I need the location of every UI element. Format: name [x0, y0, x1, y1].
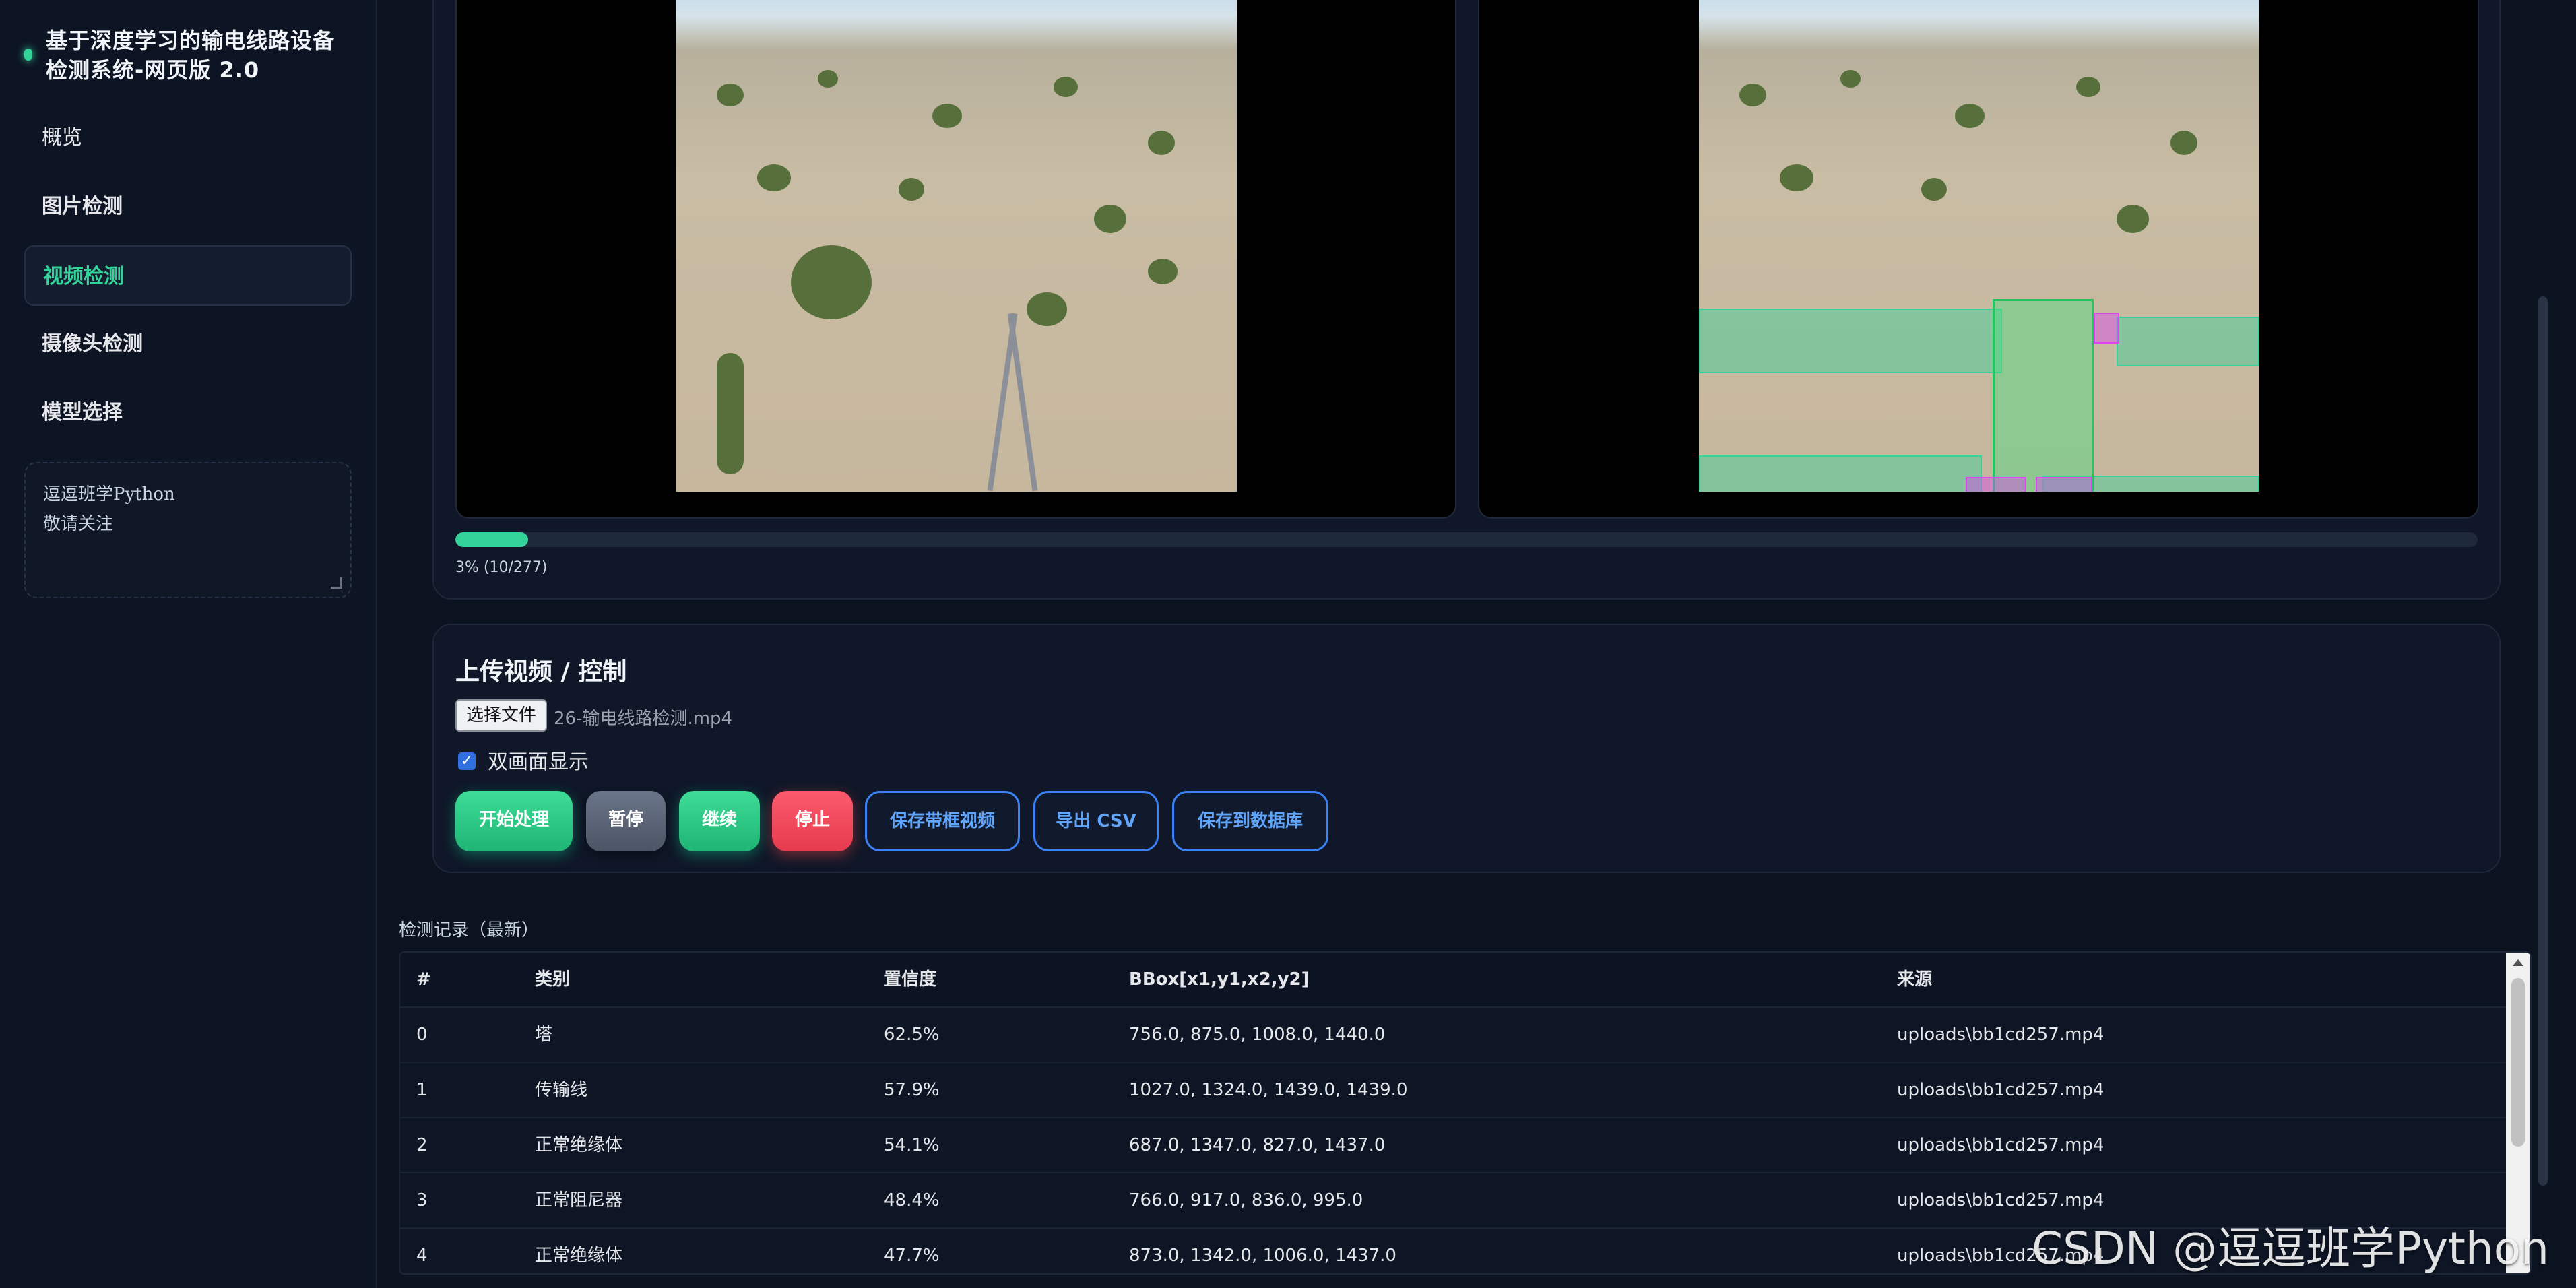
table-header: # 类别 置信度 BBox[x1,y1,x2,y2] 来源 — [400, 953, 2506, 1008]
sidebar-item-camera-detection[interactable]: 摄像头检测 — [24, 314, 352, 375]
page-scrollbar[interactable] — [2533, 0, 2554, 1288]
cell-bbox: 687.0, 1347.0, 827.0, 1437.0 — [1129, 1135, 1386, 1155]
control-panel: 上传视频 / 控制 选择文件 26-输电线路检测.mp4 ✓ 双画面显示 开始处理… — [432, 624, 2501, 873]
cell-source: uploads\bb1cd257.mp4 — [1897, 1080, 2104, 1100]
records-title: 检测记录（最新） — [399, 920, 540, 940]
stop-button[interactable]: 停止 — [772, 791, 853, 851]
detection-box — [1699, 309, 2002, 373]
cell-confidence: 57.9% — [884, 1080, 940, 1100]
column-header: BBox[x1,y1,x2,y2] — [1129, 969, 1310, 990]
cell-class: 塔 — [535, 1025, 553, 1045]
cell-class: 正常绝缘体 — [535, 1246, 623, 1266]
cell-confidence: 48.4% — [884, 1190, 940, 1211]
column-header: 置信度 — [884, 969, 937, 990]
status-dot-icon — [24, 49, 32, 61]
cell-confidence: 62.5% — [884, 1025, 940, 1045]
save-video-button[interactable]: 保存带框视频 — [865, 791, 1020, 851]
progress-bar — [455, 532, 2478, 547]
cell-source: uploads\bb1cd257.mp4 — [1897, 1025, 2104, 1045]
start-button[interactable]: 开始处理 — [455, 791, 573, 851]
cell-bbox: 756.0, 875.0, 1008.0, 1440.0 — [1129, 1025, 1386, 1045]
resize-grip-icon[interactable] — [331, 577, 342, 589]
choose-file-button[interactable]: 选择文件 — [455, 699, 548, 732]
cell-index: 0 — [416, 1025, 428, 1045]
page-scroll-thumb[interactable] — [2538, 296, 2548, 1186]
table-row[interactable]: 2 正常绝缘体 54.1% 687.0, 1347.0, 827.0, 1437… — [400, 1118, 2506, 1173]
table-scroll-thumb[interactable] — [2511, 978, 2525, 1147]
sidebar-item-model-selection[interactable]: 模型选择 — [24, 383, 352, 443]
cell-bbox: 766.0, 917.0, 836.0, 995.0 — [1129, 1190, 1363, 1211]
progress-fill — [455, 532, 529, 547]
progress-text: 3% (10/277) — [455, 559, 548, 576]
original-frame — [676, 0, 1237, 492]
cell-bbox: 1027.0, 1324.0, 1439.0, 1439.0 — [1129, 1080, 1408, 1100]
cell-class: 传输线 — [535, 1080, 588, 1100]
detected-frame — [1699, 0, 2259, 492]
sidebar: 基于深度学习的输电线路设备检测系统-网页版 2.0 概览 图片检测 视频检测 摄… — [0, 0, 377, 1288]
checkbox-checked-icon[interactable]: ✓ — [458, 752, 476, 770]
detection-box — [1966, 477, 2026, 492]
sidebar-item-image-detection[interactable]: 图片检测 — [24, 176, 352, 237]
file-name: 26-输电线路检测.mp4 — [554, 709, 733, 729]
table-row[interactable]: 1 传输线 57.9% 1027.0, 1324.0, 1439.0, 1439… — [400, 1063, 2506, 1118]
note-textarea[interactable]: 逗逗班学Python 敬请关注 — [24, 462, 352, 598]
detection-box — [2117, 317, 2259, 366]
save-db-button[interactable]: 保存到数据库 — [1172, 791, 1328, 851]
main-content: 3% (10/277) 上传视频 / 控制 选择文件 26-输电线路检测.mp4… — [379, 0, 2554, 1288]
dual-view-toggle[interactable]: ✓ 双画面显示 — [458, 745, 589, 775]
cell-index: 2 — [416, 1135, 428, 1155]
detected-video — [1478, 0, 2479, 519]
watermark: CSDN @逗逗班学Python — [2032, 1223, 2549, 1275]
dual-view-label: 双画面显示 — [488, 750, 589, 774]
cell-index: 4 — [416, 1246, 428, 1266]
pause-button[interactable]: 暂停 — [586, 791, 666, 851]
sidebar-item-video-detection[interactable]: 视频检测 — [24, 245, 352, 306]
export-csv-button[interactable]: 导出 CSV — [1033, 791, 1159, 851]
sidebar-nav: 概览 图片检测 视频检测 摄像头检测 模型选择 — [24, 108, 352, 451]
cell-class: 正常绝缘体 — [535, 1135, 623, 1155]
app-title: 基于深度学习的输电线路设备检测系统-网页版 2.0 — [46, 28, 335, 83]
cell-index: 3 — [416, 1190, 428, 1211]
scroll-up-icon[interactable] — [2513, 959, 2523, 966]
cell-source: uploads\bb1cd257.mp4 — [1897, 1135, 2104, 1155]
column-header: 类别 — [535, 969, 571, 990]
detection-box — [2036, 477, 2092, 492]
cell-confidence: 47.7% — [884, 1246, 940, 1266]
detection-box — [2094, 313, 2119, 344]
detection-box — [1993, 299, 2094, 492]
column-header: 来源 — [1897, 969, 1933, 990]
table-row[interactable]: 0 塔 62.5% 756.0, 875.0, 1008.0, 1440.0 u… — [400, 1008, 2506, 1063]
note-text: 逗逗班学Python 敬请关注 — [43, 484, 175, 534]
brand: 基于深度学习的输电线路设备检测系统-网页版 2.0 — [24, 26, 354, 85]
video-panel: 3% (10/277) — [432, 0, 2501, 600]
detection-box — [1699, 455, 1982, 492]
cell-bbox: 873.0, 1342.0, 1006.0, 1437.0 — [1129, 1246, 1396, 1266]
original-video — [455, 0, 1456, 519]
resume-button[interactable]: 继续 — [679, 791, 760, 851]
cell-confidence: 54.1% — [884, 1135, 940, 1155]
column-header: # — [416, 969, 431, 990]
cell-index: 1 — [416, 1080, 428, 1100]
control-title: 上传视频 / 控制 — [455, 658, 627, 686]
sidebar-item-overview[interactable]: 概览 — [24, 108, 352, 168]
cell-class: 正常阻尼器 — [535, 1190, 623, 1211]
